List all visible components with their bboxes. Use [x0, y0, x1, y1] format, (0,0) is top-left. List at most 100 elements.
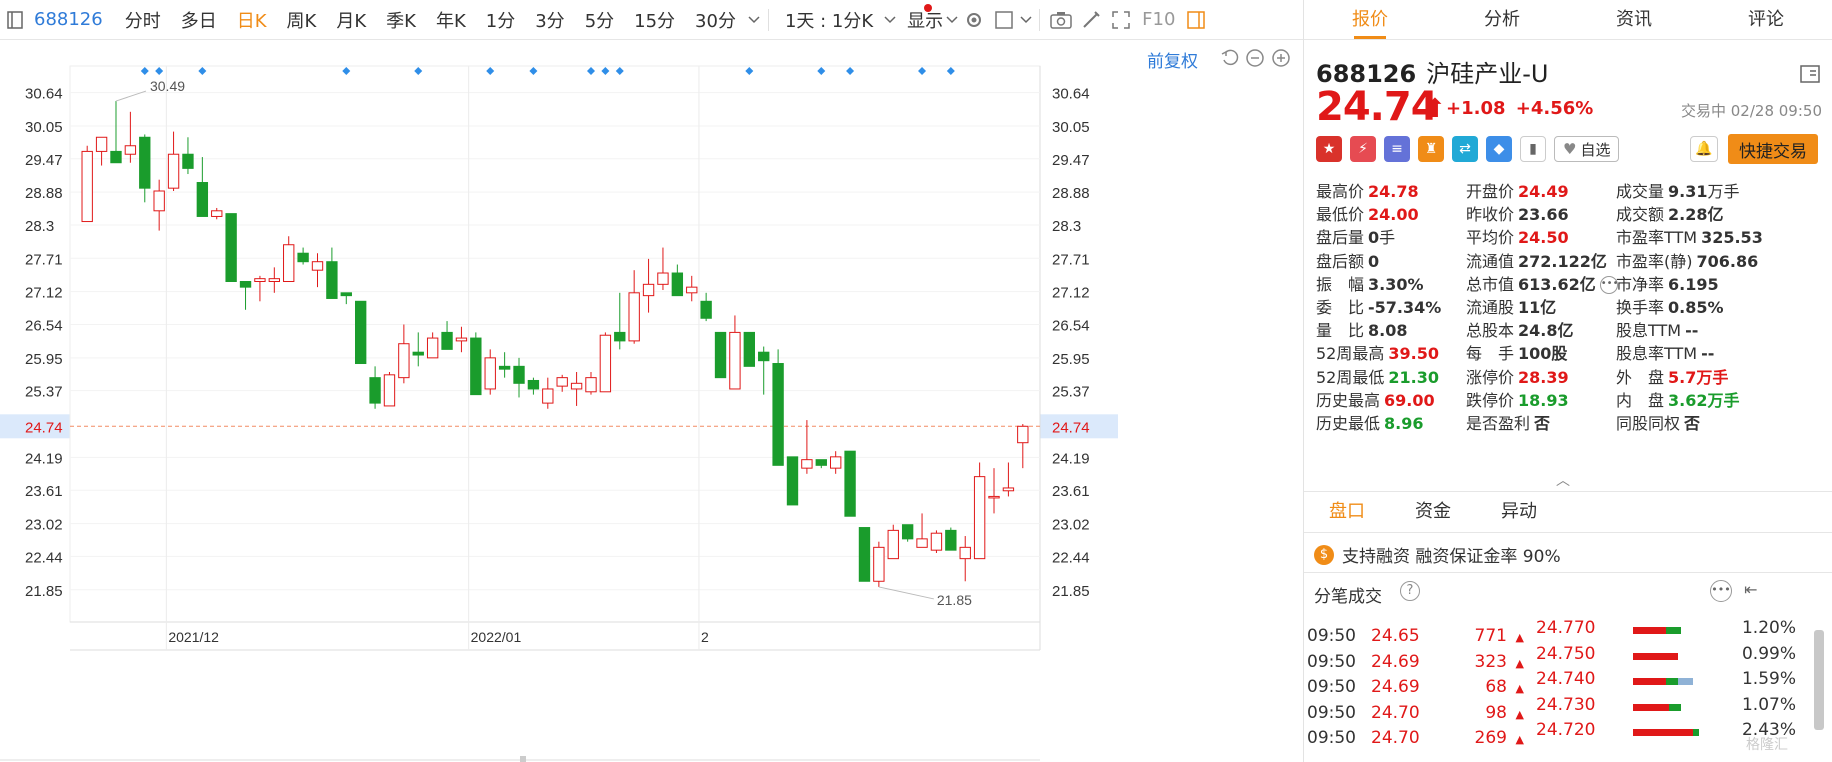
tab-analysis[interactable]: 分析	[1436, 0, 1568, 39]
quote-cell: 52周最高 39.50	[1316, 340, 1439, 364]
quote-value: 272.122亿	[1518, 251, 1607, 271]
bell-icon[interactable]: 🔔	[1690, 136, 1718, 162]
y-tick-label-left: 30.64	[25, 86, 63, 103]
fuquan-button[interactable]: 前复权	[1147, 47, 1198, 72]
undo-icon[interactable]	[1220, 48, 1240, 72]
tick-row: 09:50 24.70 269 ▲	[1304, 724, 1524, 752]
quote-value: 11亿	[1518, 298, 1557, 317]
gear-icon[interactable]	[959, 5, 989, 35]
panel-toggle-icon[interactable]	[1181, 5, 1211, 35]
tag-icon[interactable]: ◆	[1486, 136, 1512, 162]
candle-body	[815, 459, 827, 466]
margin-info: $ 支持融资 融资保证金率 90%	[1314, 542, 1561, 567]
y-tick-label-left: 23.61	[25, 483, 63, 500]
fullscreen-icon[interactable]	[1106, 5, 1136, 35]
period-quarterly-k[interactable]: 季K	[376, 7, 426, 33]
interval-select[interactable]: 1天 : 1分K	[775, 7, 883, 33]
candle-body	[239, 280, 252, 288]
candle-body	[398, 343, 410, 379]
f10-button[interactable]: F10	[1136, 9, 1181, 30]
tab-news[interactable]: 资讯	[1568, 0, 1700, 39]
tick-time: 09:50	[1307, 651, 1356, 672]
more-icon[interactable]: •••	[1710, 580, 1732, 602]
period-daily-k[interactable]: 日K	[227, 7, 277, 33]
tab-comments[interactable]: 评论	[1700, 0, 1832, 39]
tick-vol: 98	[1485, 702, 1507, 723]
period-5min[interactable]: 5分	[575, 7, 624, 33]
quote-value: 24.49	[1518, 182, 1569, 201]
dist-bar-segment	[1633, 678, 1666, 685]
china-flag-icon[interactable]: ★	[1316, 136, 1342, 162]
period-weekly-k[interactable]: 周K	[277, 7, 327, 33]
pen-icon[interactable]	[1076, 5, 1106, 35]
candle-body	[570, 382, 583, 390]
period-monthly-k[interactable]: 月K	[326, 7, 376, 33]
event-marker-icon	[414, 67, 423, 75]
help-icon[interactable]: ?	[1400, 581, 1420, 601]
candle-body	[973, 476, 986, 560]
y-tick-label-right: 29.47	[1052, 152, 1090, 169]
period-1min[interactable]: 1分	[476, 7, 525, 33]
candle-body	[484, 357, 496, 390]
quote-cell: 最低价 24.00	[1316, 201, 1419, 224]
y-tick-label-right: 22.44	[1052, 549, 1090, 566]
display-menu[interactable]: 显示	[897, 7, 945, 33]
chevron-down-icon[interactable]	[883, 5, 897, 35]
shuffle-icon[interactable]: ⇄	[1452, 136, 1478, 162]
dist-bar-segment	[1666, 627, 1681, 634]
candle-body	[311, 261, 324, 271]
zoom-in-icon[interactable]	[1271, 48, 1291, 72]
dist-bar-segment	[1678, 678, 1693, 685]
dist-pct: 1.07%	[1741, 694, 1796, 715]
add-watchlist-button[interactable]: ♥ 自选	[1554, 136, 1620, 162]
quick-trade-button[interactable]: 快捷交易	[1728, 134, 1818, 164]
period-fenshi[interactable]: 分时	[115, 7, 171, 33]
bookmark-icon[interactable]: ▮	[1520, 136, 1546, 162]
x-tick-label: 2021/12	[168, 629, 219, 645]
sidebar-toggle-icon[interactable]	[0, 5, 30, 35]
camera-icon[interactable]	[1046, 5, 1076, 35]
square-icon[interactable]	[989, 5, 1019, 35]
database-icon[interactable]: ≡	[1384, 136, 1410, 162]
quote-value: 28.39	[1518, 367, 1569, 387]
chevron-down-icon[interactable]	[746, 5, 762, 35]
period-15min[interactable]: 15分	[624, 7, 685, 33]
scrollbar[interactable]	[1814, 630, 1824, 730]
zoom-out-icon[interactable]	[1245, 48, 1265, 72]
candle-body	[657, 272, 669, 285]
quote-label: 内 盘	[1616, 390, 1665, 410]
lightning-icon[interactable]: ⚡	[1350, 136, 1376, 162]
kline-chart[interactable]: 30.64 30.64 30.05 30.05 29.47 29.47 28.88 28.88…	[0, 40, 1303, 762]
quote-cell: 委 比 -57.34%	[1316, 294, 1441, 317]
y-tick-label-right: 24.19	[1052, 450, 1090, 467]
period-30min[interactable]: 30分	[685, 7, 746, 33]
subtab-anomaly[interactable]: 异动	[1476, 492, 1562, 532]
list-icon[interactable]	[1800, 64, 1820, 88]
tab-quote[interactable]: 报价	[1304, 0, 1436, 39]
y-tick-label-left: 29.47	[25, 152, 63, 169]
quote-label: 市盈率TTM	[1616, 228, 1698, 248]
quote-cell: 成交额 2.28亿	[1616, 201, 1724, 224]
quote-cell: 盘后量 0手	[1316, 224, 1395, 247]
quote-value: 39.50	[1388, 344, 1439, 364]
period-duori[interactable]: 多日	[171, 7, 227, 33]
y-tick-label-right: 30.64	[1052, 86, 1090, 103]
subtab-funds[interactable]: 资金	[1390, 492, 1476, 532]
period-yearly-k[interactable]: 年K	[426, 7, 476, 33]
subtab-pankou[interactable]: 盘口	[1304, 492, 1390, 532]
candle-body	[599, 334, 612, 393]
candle-body	[182, 153, 194, 169]
chart-icon[interactable]: ♜	[1418, 136, 1444, 162]
quote-cell: 历史最高 69.00	[1316, 387, 1435, 410]
candle-body	[700, 300, 712, 319]
dist-price: 24.730	[1536, 694, 1596, 715]
chevron-down-icon[interactable]	[1019, 5, 1033, 35]
event-marker-icon	[817, 67, 826, 75]
chevron-down-icon[interactable]	[945, 5, 959, 35]
low-marker-leader	[878, 586, 934, 600]
collapse-icon[interactable]: ⇤	[1744, 580, 1757, 599]
period-3min[interactable]: 3分	[525, 7, 574, 33]
chevron-up-icon[interactable]: ︿	[1556, 470, 1570, 490]
event-marker-icon	[486, 67, 495, 75]
ticks-title: 分笔成交	[1314, 587, 1382, 607]
